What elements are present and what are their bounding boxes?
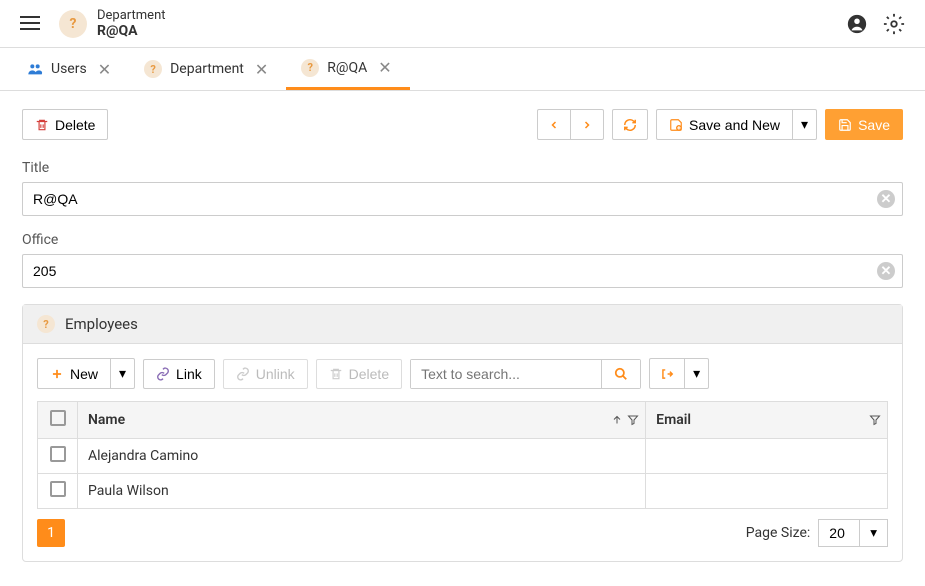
entity-type-icon: ? <box>37 315 55 333</box>
settings-gear-icon[interactable] <box>883 13 905 35</box>
column-header-name[interactable]: Name <box>78 402 646 439</box>
button-label: New <box>70 366 98 382</box>
save-and-new-dropdown[interactable]: ▾ <box>792 109 817 140</box>
cell-email <box>646 474 888 509</box>
prev-record-button[interactable] <box>537 109 571 140</box>
save-and-new-button[interactable]: Save and New <box>656 109 793 140</box>
delete-employees-button[interactable]: Delete <box>316 359 402 389</box>
header-title-block: Department R@QA <box>97 8 846 39</box>
app-header: ? Department R@QA <box>0 0 925 48</box>
tab-label: R@QA <box>327 60 367 76</box>
save-new-icon <box>669 118 683 132</box>
tab-label: Users <box>51 61 87 77</box>
open-tabs: Users ✕ ? Department ✕ ? R@QA ✕ <box>0 48 925 91</box>
caret-down-icon: ▾ <box>693 365 700 382</box>
search-button[interactable] <box>601 360 640 388</box>
button-label: Unlink <box>256 366 295 382</box>
save-icon <box>838 118 852 132</box>
chevron-right-icon <box>581 119 593 131</box>
close-icon[interactable]: ✕ <box>252 60 271 79</box>
filter-icon[interactable] <box>869 414 881 426</box>
next-record-button[interactable] <box>570 109 604 140</box>
unlink-icon <box>236 367 250 381</box>
search-icon <box>614 367 628 381</box>
button-label: Save <box>858 117 890 133</box>
breadcrumb: Department <box>97 8 846 23</box>
row-checkbox[interactable] <box>50 481 66 497</box>
export-icon <box>660 367 674 381</box>
page-title: R@QA <box>97 23 846 39</box>
export-button[interactable] <box>649 358 685 389</box>
table-row[interactable]: Paula Wilson <box>38 474 888 509</box>
button-label: Delete <box>349 366 389 382</box>
export-dropdown[interactable]: ▾ <box>684 358 709 389</box>
column-label: Email <box>656 412 691 428</box>
office-label: Office <box>22 232 903 248</box>
table-row[interactable]: Alejandra Camino <box>38 439 888 474</box>
column-header-email[interactable]: Email <box>646 402 888 439</box>
tab-department[interactable]: ? Department ✕ <box>129 48 286 90</box>
entity-type-icon: ? <box>59 10 87 38</box>
delete-button[interactable]: Delete <box>22 109 108 140</box>
trash-icon <box>329 367 343 381</box>
tab-rqa[interactable]: ? R@QA ✕ <box>286 48 409 90</box>
page-size-dropdown[interactable]: ▾ <box>859 520 887 546</box>
save-button[interactable]: Save <box>825 109 903 140</box>
new-employee-dropdown[interactable]: ▾ <box>110 358 135 389</box>
caret-down-icon: ▾ <box>119 365 126 382</box>
employees-table: Name Email <box>37 401 888 509</box>
cell-name: Alejandra Camino <box>78 439 646 474</box>
entity-type-icon: ? <box>144 60 162 78</box>
user-account-icon[interactable] <box>846 13 868 35</box>
close-icon[interactable]: ✕ <box>375 58 394 77</box>
sort-asc-icon[interactable] <box>611 414 623 426</box>
filter-icon[interactable] <box>627 414 639 426</box>
button-label: Save and New <box>689 117 780 133</box>
refresh-button[interactable] <box>612 109 648 140</box>
link-icon <box>156 367 170 381</box>
unlink-button[interactable]: Unlink <box>223 359 308 389</box>
button-label: Delete <box>55 117 95 133</box>
trash-icon <box>35 118 49 132</box>
chevron-left-icon <box>548 119 560 131</box>
panel-title: Employees <box>65 315 138 333</box>
plus-icon <box>50 367 64 381</box>
button-label: Link <box>176 366 202 382</box>
clear-input-icon[interactable]: ✕ <box>877 262 895 280</box>
users-icon <box>27 61 43 77</box>
hamburger-menu-icon[interactable] <box>20 12 44 36</box>
clear-input-icon[interactable]: ✕ <box>877 190 895 208</box>
office-input[interactable] <box>22 254 903 288</box>
search-input[interactable] <box>411 360 601 388</box>
title-label: Title <box>22 160 903 176</box>
row-checkbox[interactable] <box>50 446 66 462</box>
page-size-input[interactable] <box>819 520 859 546</box>
cell-name: Paula Wilson <box>78 474 646 509</box>
column-label: Name <box>88 412 125 428</box>
caret-down-icon: ▾ <box>870 525 877 540</box>
new-employee-button[interactable]: New <box>37 358 111 389</box>
cell-email <box>646 439 888 474</box>
title-input[interactable] <box>22 182 903 216</box>
close-icon[interactable]: ✕ <box>95 60 114 79</box>
select-all-checkbox[interactable] <box>50 410 66 426</box>
tab-users[interactable]: Users ✕ <box>12 48 129 90</box>
entity-type-icon: ? <box>301 59 319 77</box>
tab-label: Department <box>170 61 244 77</box>
caret-down-icon: ▾ <box>801 116 808 133</box>
page-number[interactable]: 1 <box>37 519 65 547</box>
employees-panel: ? Employees New ▾ <box>22 304 903 562</box>
page-size-label: Page Size: <box>746 525 811 541</box>
link-button[interactable]: Link <box>143 359 215 389</box>
refresh-icon <box>623 118 637 132</box>
detail-view: Delete <box>0 91 925 580</box>
